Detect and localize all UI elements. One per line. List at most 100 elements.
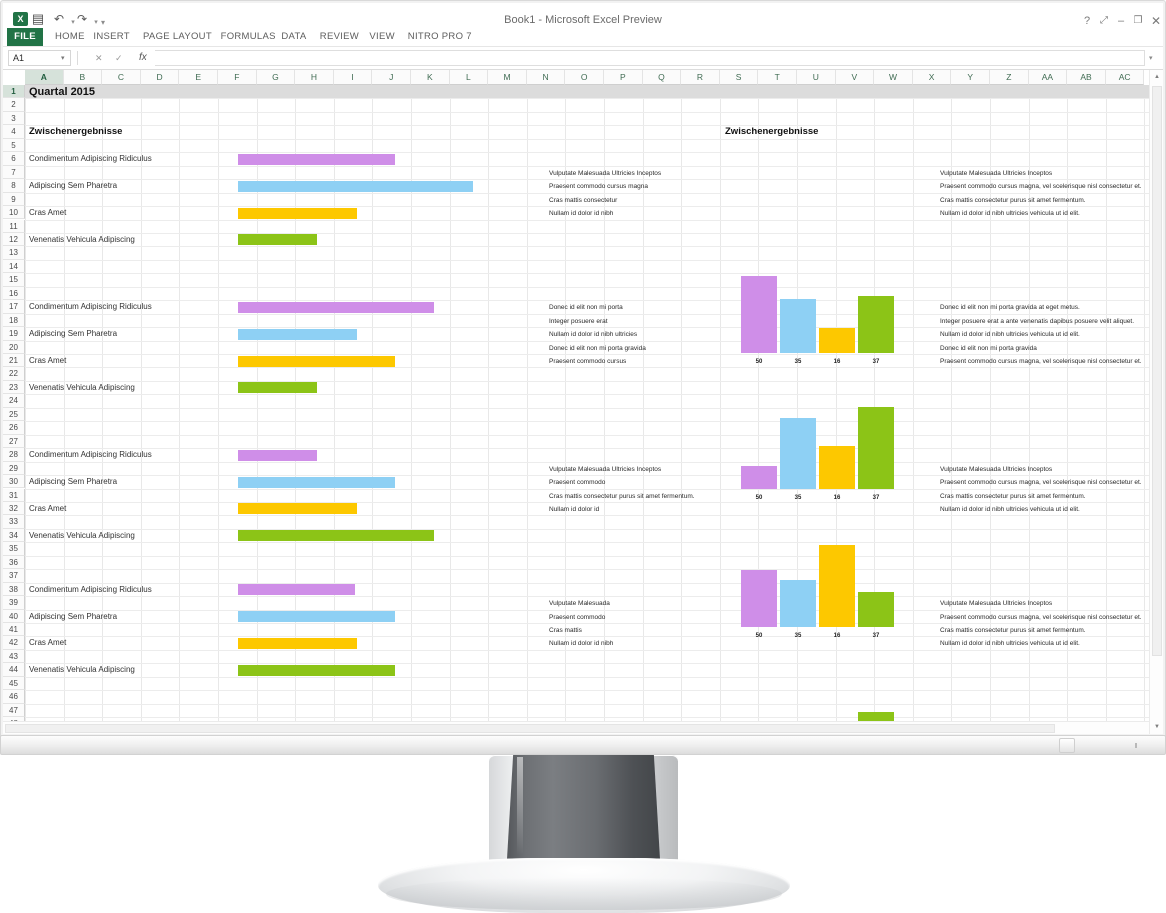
name-box-chevron-down-icon[interactable]: ▾: [61, 54, 65, 62]
column-header-O[interactable]: O: [565, 70, 604, 85]
row-header-46[interactable]: 46: [3, 690, 25, 704]
row-header-15[interactable]: 15: [3, 273, 25, 287]
column-header-F[interactable]: F: [218, 70, 257, 85]
column-header-L[interactable]: L: [449, 70, 489, 85]
column-header-J[interactable]: J: [372, 70, 411, 85]
row-header-9[interactable]: 9: [3, 192, 25, 207]
row-header-11[interactable]: 11: [3, 219, 25, 233]
column-header-U[interactable]: U: [797, 70, 836, 85]
ribbon-tab-data[interactable]: DATA: [273, 28, 314, 46]
vertical-scrollbar[interactable]: ▲ ▼: [1149, 70, 1163, 734]
row-header-22[interactable]: 22: [3, 367, 25, 381]
vertical-scroll-thumb[interactable]: [1152, 86, 1162, 656]
row-header-47[interactable]: 47: [3, 703, 25, 718]
row-header-4[interactable]: 4: [3, 125, 25, 139]
scroll-up-icon[interactable]: ▲: [1150, 70, 1163, 84]
close-icon[interactable]: ✕: [1148, 15, 1163, 27]
sheet-canvas[interactable]: Quartal 2015 Zwischenergebnisse Condimentu…: [25, 85, 1149, 734]
column-header-I[interactable]: I: [333, 70, 373, 85]
insert-function-icon[interactable]: fx: [139, 51, 147, 65]
row-header-2[interactable]: 2: [3, 98, 25, 112]
column-header-Q[interactable]: Q: [642, 70, 682, 85]
row-header-41[interactable]: 41: [3, 623, 25, 637]
scroll-down-icon[interactable]: ▼: [1150, 720, 1163, 734]
enter-icon[interactable]: ✓: [115, 51, 123, 65]
column-header-K[interactable]: K: [411, 70, 450, 85]
row-header-34[interactable]: 34: [3, 528, 25, 543]
column-header-B[interactable]: B: [63, 70, 103, 85]
ribbon-tab-review[interactable]: REVIEW: [312, 28, 367, 46]
row-header-3[interactable]: 3: [3, 111, 25, 126]
column-header-V[interactable]: V: [835, 70, 875, 85]
column-header-G[interactable]: G: [256, 70, 296, 85]
row-header-31[interactable]: 31: [3, 488, 25, 502]
row-header-8[interactable]: 8: [3, 179, 25, 193]
row-header-27[interactable]: 27: [3, 434, 25, 449]
row-header-25[interactable]: 25: [3, 407, 25, 422]
row-header-19[interactable]: 19: [3, 327, 25, 341]
minimize-icon[interactable]: –: [1113, 15, 1129, 27]
row-header-13[interactable]: 13: [3, 246, 25, 260]
row-header-42[interactable]: 42: [3, 636, 25, 650]
row-header-44[interactable]: 44: [3, 663, 25, 677]
row-header-7[interactable]: 7: [3, 165, 25, 180]
expand-formula-bar-icon[interactable]: ▾: [1149, 54, 1153, 62]
column-header-AA[interactable]: AA: [1028, 70, 1068, 85]
column-header-T[interactable]: T: [758, 70, 797, 85]
ribbon-tab-file[interactable]: FILE: [7, 28, 43, 46]
column-header-A[interactable]: A: [25, 70, 64, 85]
row-header-24[interactable]: 24: [3, 394, 25, 408]
row-header-36[interactable]: 36: [3, 555, 25, 570]
horizontal-scrollbar[interactable]: [3, 721, 1149, 734]
column-header-AB[interactable]: AB: [1067, 70, 1106, 85]
row-header-21[interactable]: 21: [3, 354, 25, 368]
column-header-X[interactable]: X: [912, 70, 952, 85]
maximize-icon[interactable]: ❐: [1130, 15, 1146, 27]
ribbon-tab-view[interactable]: VIEW: [361, 28, 402, 46]
column-header-D[interactable]: D: [140, 70, 180, 85]
ribbon-tab-nitro-pro-7[interactable]: NITRO PRO 7: [400, 28, 480, 46]
row-header-14[interactable]: 14: [3, 259, 25, 274]
row-header-40[interactable]: 40: [3, 609, 25, 623]
horizontal-scroll-thumb[interactable]: [5, 724, 1055, 733]
row-header-32[interactable]: 32: [3, 501, 25, 516]
row-header-20[interactable]: 20: [3, 340, 25, 354]
row-header-17[interactable]: 17: [3, 300, 25, 314]
column-header-H[interactable]: H: [295, 70, 334, 85]
row-header-28[interactable]: 28: [3, 448, 25, 462]
row-header-1[interactable]: 1: [3, 85, 25, 99]
row-header-30[interactable]: 30: [3, 475, 25, 489]
help-icon[interactable]: ?: [1079, 15, 1095, 27]
column-header-AC[interactable]: AC: [1105, 70, 1145, 85]
row-header-37[interactable]: 37: [3, 569, 25, 583]
cancel-icon[interactable]: ✕: [95, 51, 103, 65]
column-header-Y[interactable]: Y: [951, 70, 990, 85]
column-header-Z[interactable]: Z: [990, 70, 1029, 85]
ribbon-tab-page-layout[interactable]: PAGE LAYOUT: [135, 28, 220, 46]
column-header-W[interactable]: W: [874, 70, 913, 85]
row-header-23[interactable]: 23: [3, 380, 25, 395]
row-header-6[interactable]: 6: [3, 152, 25, 166]
row-header-35[interactable]: 35: [3, 542, 25, 556]
column-header-S[interactable]: S: [719, 70, 759, 85]
row-header-39[interactable]: 39: [3, 596, 25, 610]
row-header-38[interactable]: 38: [3, 582, 25, 597]
worksheet-grid[interactable]: A B C D E F G H I J K L M N O P Q R S T U V W X Y Z AA AB AC 1234567…: [3, 70, 1163, 734]
row-header-18[interactable]: 18: [3, 313, 25, 328]
row-header-45[interactable]: 45: [3, 676, 25, 691]
row-header-12[interactable]: 12: [3, 232, 25, 247]
ribbon-tab-insert[interactable]: INSERT: [85, 28, 137, 46]
row-header-10[interactable]: 10: [3, 206, 25, 220]
row-header-5[interactable]: 5: [3, 138, 25, 153]
row-header-43[interactable]: 43: [3, 649, 25, 664]
column-header-P[interactable]: P: [604, 70, 643, 85]
row-header-16[interactable]: 16: [3, 286, 25, 301]
column-header-R[interactable]: R: [681, 70, 720, 85]
row-header-29[interactable]: 29: [3, 461, 25, 476]
column-header-C[interactable]: C: [102, 70, 141, 85]
ribbon-display-options-icon[interactable]: ⤢: [1096, 15, 1112, 27]
row-header-33[interactable]: 33: [3, 515, 25, 529]
column-header-M[interactable]: M: [488, 70, 527, 85]
column-header-E[interactable]: E: [179, 70, 218, 85]
formula-input[interactable]: [155, 50, 1145, 66]
